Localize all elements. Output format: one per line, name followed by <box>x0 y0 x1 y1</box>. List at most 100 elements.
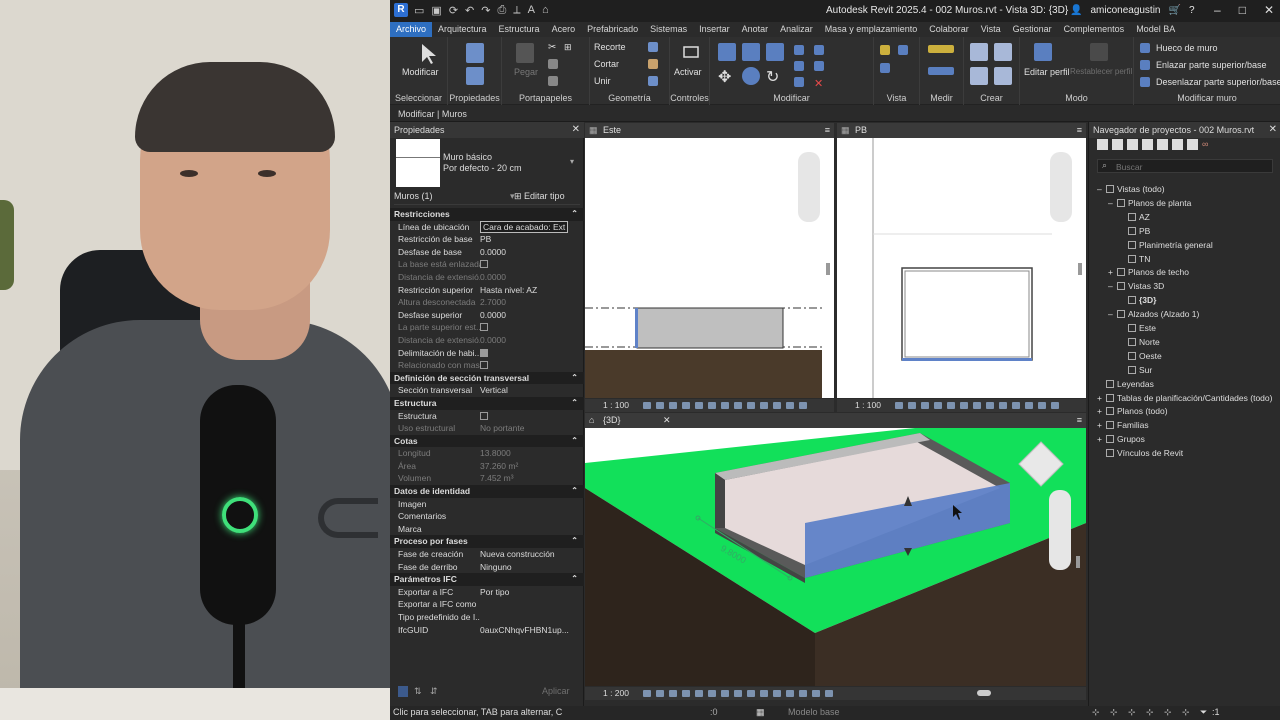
menu-icon[interactable]: ≡ <box>1077 123 1082 138</box>
property-value[interactable] <box>480 611 574 624</box>
section-header[interactable]: Restricciones ⌃ <box>390 208 584 221</box>
property-value[interactable] <box>480 523 574 536</box>
attach-top-base-button[interactable]: Enlazar parte superior/base <box>1156 60 1267 70</box>
geometry-icon[interactable] <box>648 42 658 52</box>
browser-node[interactable]: + Tablas de planificación/Cantidades (tod… <box>1097 393 1272 403</box>
browser-node[interactable]: {3D} <box>1119 295 1156 305</box>
split-icon[interactable] <box>794 61 804 71</box>
collapse-icon[interactable]: ⌃ <box>571 573 578 586</box>
redo-icon[interactable]: ↷ <box>481 4 490 17</box>
create-assembly-icon[interactable] <box>994 67 1012 85</box>
settings-icon[interactable] <box>1187 139 1198 150</box>
tab-masa-y-emplazamiento[interactable]: Masa y emplazamiento <box>819 22 924 37</box>
print-icon[interactable]: ⎙ <box>497 4 506 17</box>
recorte-label[interactable]: Recorte <box>594 42 626 52</box>
measure-icon[interactable]: ⟂ <box>513 4 520 17</box>
scale-icon[interactable] <box>814 45 824 55</box>
tab-pb[interactable]: ▦ PB ≡ <box>837 123 1086 138</box>
sort-icon[interactable] <box>398 686 408 697</box>
browser-search[interactable]: ⌕ <box>1097 159 1273 173</box>
select-by-face-icon[interactable]: ⊹ <box>1146 707 1154 718</box>
hide-icon[interactable] <box>898 45 908 55</box>
browser-node[interactable]: – Vistas 3D <box>1108 281 1164 291</box>
open-icon[interactable]: ▭ <box>414 4 424 17</box>
view-icon[interactable] <box>880 45 890 55</box>
create-group-icon[interactable] <box>970 43 988 61</box>
checkbox[interactable] <box>480 348 488 357</box>
filter-icon[interactable] <box>1157 139 1168 150</box>
browser-node[interactable]: TN <box>1119 254 1150 264</box>
tab-colaborar[interactable]: Colaborar <box>923 22 975 37</box>
collapse-icon[interactable]: – <box>1108 309 1117 319</box>
view-este[interactable] <box>585 138 834 398</box>
property-value[interactable] <box>480 347 574 360</box>
property-value[interactable]: Cara de acabado: Ext <box>480 220 574 234</box>
tab-insertar[interactable]: Insertar <box>693 22 736 37</box>
expand-icon[interactable] <box>1112 139 1123 150</box>
horizontal-scrollbar[interactable] <box>977 690 991 696</box>
az-sort-icon[interactable]: ⇅ <box>414 686 422 697</box>
property-value[interactable] <box>480 510 574 523</box>
menu-icon[interactable]: ≡ <box>825 123 830 138</box>
navigation-bar[interactable] <box>798 152 820 222</box>
unir-label[interactable]: Unir <box>594 76 611 86</box>
cart-icon[interactable]: 🛒 <box>1169 5 1181 16</box>
collapse-icon[interactable]: ⌃ <box>571 535 578 548</box>
filter-icon[interactable]: ⏷ <box>1200 707 1207 718</box>
tab-anotar[interactable]: Anotar <box>736 22 775 37</box>
expand-icon[interactable]: + <box>1097 393 1106 403</box>
expand-icon[interactable]: + <box>1097 420 1106 430</box>
browser-node[interactable]: – Vistas (todo) <box>1097 184 1165 194</box>
user-area[interactable]: 👤 amiconeagustin 🛒 ? <box>1070 5 1195 16</box>
rotate-icon[interactable]: ↻ <box>766 67 784 86</box>
collapse-icon[interactable]: ⌃ <box>571 397 578 410</box>
property-value[interactable] <box>480 410 574 423</box>
section-header[interactable]: Datos de identidad ⌃ <box>390 485 584 498</box>
browser-node[interactable]: – Alzados (Alzado 1) <box>1108 309 1199 319</box>
tab-gestionar[interactable]: Gestionar <box>1007 22 1058 37</box>
maximize-icon[interactable]: □ <box>1239 3 1246 17</box>
view-pb[interactable] <box>837 138 1086 398</box>
cortar-label[interactable]: Cortar <box>594 59 619 69</box>
tab-prefabricado[interactable]: Prefabricado <box>581 22 644 37</box>
create-parts-icon[interactable] <box>970 67 988 85</box>
section-header[interactable]: Cotas ⌃ <box>390 434 584 448</box>
tab-sistemas[interactable]: Sistemas <box>644 22 693 37</box>
view-controls[interactable] <box>643 402 807 409</box>
scale-label[interactable]: 1 : 100 <box>855 399 881 412</box>
minimize-icon[interactable]: – <box>1214 3 1221 17</box>
tab-acero[interactable]: Acero <box>546 22 582 37</box>
scrollbar[interactable] <box>826 263 830 275</box>
section-header[interactable]: Proceso por fases ⌃ <box>390 535 584 549</box>
property-value[interactable]: Hasta nivel: AZ <box>480 284 574 297</box>
recorte-button[interactable]: ⊞ <box>564 42 572 53</box>
collapse-icon[interactable]: ⌃ <box>571 208 578 221</box>
offset-icon[interactable] <box>742 43 760 61</box>
property-value[interactable]: PB <box>480 233 574 246</box>
browser-node[interactable]: Oeste <box>1119 351 1162 361</box>
trim-icon[interactable] <box>794 45 804 55</box>
browser-node[interactable]: AZ <box>1119 212 1150 222</box>
sync-icon[interactable] <box>1172 139 1183 150</box>
delete-icon[interactable]: ✕ <box>814 77 824 90</box>
wall-opening-button[interactable]: Hueco de muro <box>1156 43 1218 53</box>
tab-analizar[interactable]: Analizar <box>774 22 819 37</box>
navigation-bar[interactable] <box>1049 490 1071 570</box>
select-links-icon[interactable]: ⊹ <box>1092 707 1100 718</box>
detach-top-base-button[interactable]: Desenlazar parte superior/base <box>1156 77 1280 87</box>
close-icon[interactable]: ✕ <box>1269 124 1277 135</box>
mirror-icon[interactable] <box>766 43 784 61</box>
drag-elements-icon[interactable]: ⊹ <box>1164 707 1172 718</box>
checkbox[interactable] <box>480 411 488 420</box>
paint-icon[interactable] <box>648 59 658 69</box>
link-icon[interactable]: ∞ <box>1202 139 1213 150</box>
view-3d[interactable]: 9.8000 <box>585 428 1086 686</box>
revit-logo-icon[interactable]: R <box>394 3 408 17</box>
array-icon[interactable] <box>794 77 804 87</box>
copy-icon[interactable] <box>548 59 558 69</box>
browser-node[interactable]: Este <box>1119 323 1156 333</box>
browser-node[interactable]: Planimetría general <box>1119 240 1213 250</box>
browser-node[interactable]: + Planos de techo <box>1108 267 1189 277</box>
close-icon[interactable]: ✕ <box>572 124 580 135</box>
measure-tool-icon[interactable] <box>928 45 954 53</box>
